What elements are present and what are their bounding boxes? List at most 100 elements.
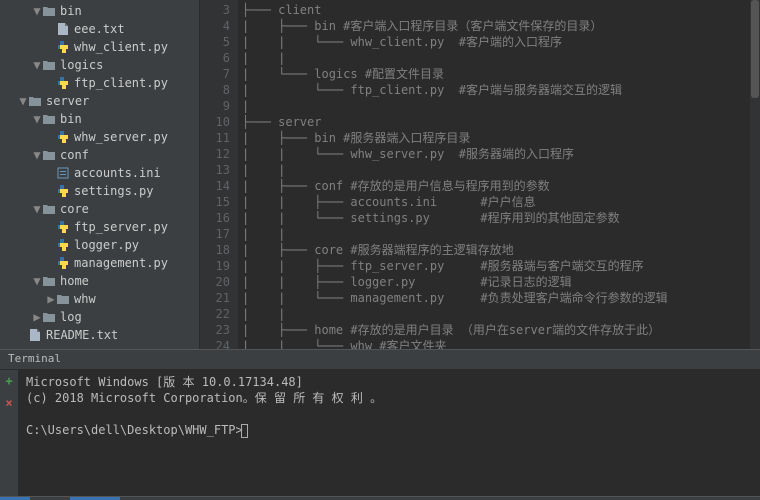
- terminal-output[interactable]: Microsoft Windows [版 本 10.0.17134.48](c)…: [18, 370, 760, 496]
- code-line: | |: [242, 306, 760, 322]
- tree-item[interactable]: ▶whw_client.py: [0, 38, 199, 56]
- line-number: 13: [200, 162, 230, 178]
- code-line: | └─── logics #配置文件目录: [242, 66, 760, 82]
- tree-item-label: management.py: [74, 256, 168, 270]
- code-line: | |: [242, 50, 760, 66]
- tree-item-label: core: [60, 202, 89, 216]
- terminal-close-icon[interactable]: ×: [5, 396, 12, 410]
- chevron-down-icon[interactable]: ▼: [32, 58, 42, 72]
- code-area[interactable]: ├─── client| ├─── bin #客户端入口程序目录（客户端文件保存…: [238, 0, 760, 349]
- tree-item-label: whw_client.py: [74, 40, 168, 54]
- tree-item[interactable]: ▶ whw: [0, 290, 199, 308]
- folder-icon: [42, 150, 56, 161]
- chevron-right-icon[interactable]: ▶: [32, 310, 42, 324]
- python-icon: [56, 185, 70, 197]
- tree-item-label: whw_server.py: [74, 130, 168, 144]
- code-line: | | └─── whw #客户文件夹: [242, 338, 760, 349]
- code-line: | |: [242, 226, 760, 242]
- chevron-right-icon[interactable]: ▶: [46, 292, 56, 306]
- python-icon: [56, 221, 70, 233]
- code-line: | ├─── core #服务器端程序的主逻辑存放地: [242, 242, 760, 258]
- terminal-line: C:\Users\dell\Desktop\WHW_FTP>: [26, 422, 752, 438]
- line-number: 14: [200, 178, 230, 194]
- line-number: 7: [200, 66, 230, 82]
- tree-item[interactable]: ▶eee.txt: [0, 20, 199, 38]
- chevron-down-icon[interactable]: ▼: [18, 94, 28, 108]
- code-line: | | └─── management.py #负责处理客户端命令行参数的逻辑: [242, 290, 760, 306]
- tree-item[interactable]: ▼server: [0, 92, 199, 110]
- code-line: ├─── server: [242, 114, 760, 130]
- chevron-down-icon[interactable]: ▼: [32, 202, 42, 216]
- line-number: 21: [200, 290, 230, 306]
- tree-item[interactable]: ▼ home: [0, 272, 199, 290]
- line-number: 8: [200, 82, 230, 98]
- chevron-down-icon[interactable]: ▼: [32, 112, 42, 126]
- editor-pane[interactable]: 3456789101112131415161718192021222324252…: [200, 0, 760, 349]
- terminal-toolbar: + ×: [0, 370, 18, 496]
- tree-item[interactable]: ▶ftp_server.py: [0, 218, 199, 236]
- gutter: 3456789101112131415161718192021222324252…: [200, 0, 238, 349]
- tree-item[interactable]: ▼ bin: [0, 110, 199, 128]
- folder-icon: [42, 204, 56, 215]
- tree-item-label: log: [60, 310, 82, 324]
- line-number: 17: [200, 226, 230, 242]
- line-number: 22: [200, 306, 230, 322]
- terminal-line: (c) 2018 Microsoft Corporation。保 留 所 有 权…: [26, 390, 752, 406]
- tree-item-label: logger.py: [74, 238, 139, 252]
- line-number: 12: [200, 146, 230, 162]
- chevron-down-icon[interactable]: ▼: [32, 148, 42, 162]
- code-line: | ├─── conf #存放的是用户信息与程序用到的参数: [242, 178, 760, 194]
- chevron-down-icon[interactable]: ▼: [32, 274, 42, 288]
- tree-item-label: conf: [60, 148, 89, 162]
- tree-item[interactable]: ▶logger.py: [0, 236, 199, 254]
- tree-item-label: bin: [60, 112, 82, 126]
- tree-item[interactable]: ▶whw_server.py: [0, 128, 199, 146]
- tree-item[interactable]: ▶ftp_client.py: [0, 74, 199, 92]
- code-line: |: [242, 98, 760, 114]
- tree-item[interactable]: ▶ log: [0, 308, 199, 326]
- folder-icon: [42, 60, 56, 71]
- code-line: | ├─── bin #服务器端入口程序目录: [242, 130, 760, 146]
- code-line: | | └─── whw_server.py #服务器端的入口程序: [242, 146, 760, 162]
- tree-item-label: home: [60, 274, 89, 288]
- tree-item[interactable]: ▼logics: [0, 56, 199, 74]
- tree-item[interactable]: ▶README.txt: [0, 326, 199, 344]
- file-icon: [28, 329, 42, 341]
- line-number: 18: [200, 242, 230, 258]
- folder-icon: [42, 6, 56, 17]
- line-number: 16: [200, 210, 230, 226]
- terminal-line: [26, 406, 752, 422]
- code-line: | | ├─── ftp_server.py #服务器端与客户端交互的程序: [242, 258, 760, 274]
- tree-item[interactable]: ▼ core: [0, 200, 199, 218]
- line-number: 15: [200, 194, 230, 210]
- editor-scrollbar[interactable]: [750, 0, 760, 349]
- chevron-down-icon[interactable]: ▼: [32, 4, 42, 18]
- terminal-tab[interactable]: Terminal: [0, 350, 760, 370]
- line-number: 9: [200, 98, 230, 114]
- code-line: | | ├─── logger.py #记录日志的逻辑: [242, 274, 760, 290]
- terminal-new-icon[interactable]: +: [5, 374, 12, 388]
- python-icon: [56, 257, 70, 269]
- python-icon: [56, 239, 70, 251]
- tree-item-label: whw: [74, 292, 96, 306]
- line-number: 10: [200, 114, 230, 130]
- scrollbar-thumb[interactable]: [751, 0, 759, 98]
- tree-item[interactable]: ▼bin: [0, 2, 199, 20]
- tree-item[interactable]: ▶accounts.ini: [0, 164, 199, 182]
- status-bar: [0, 496, 760, 500]
- tree-item-label: ftp_server.py: [74, 220, 168, 234]
- tree-item-label: settings.py: [74, 184, 153, 198]
- tree-item[interactable]: ▶settings.py: [0, 182, 199, 200]
- tree-item[interactable]: ▼ conf: [0, 146, 199, 164]
- line-number: 4: [200, 18, 230, 34]
- code-line: | ├─── home #存放的是用户目录 （用户在server端的文件存放于此…: [242, 322, 760, 338]
- tree-item[interactable]: ▶management.py: [0, 254, 199, 272]
- code-line: | | ├─── accounts.ini #户户信息: [242, 194, 760, 210]
- line-number: 6: [200, 50, 230, 66]
- tree-item-label: ftp_client.py: [74, 76, 168, 90]
- code-line: | |: [242, 162, 760, 178]
- project-tree-panel[interactable]: ▼bin▶eee.txt▶whw_client.py▼logics▶ftp_cl…: [0, 0, 200, 349]
- folder-icon: [42, 312, 56, 323]
- line-number: 20: [200, 274, 230, 290]
- tree-item-label: accounts.ini: [74, 166, 161, 180]
